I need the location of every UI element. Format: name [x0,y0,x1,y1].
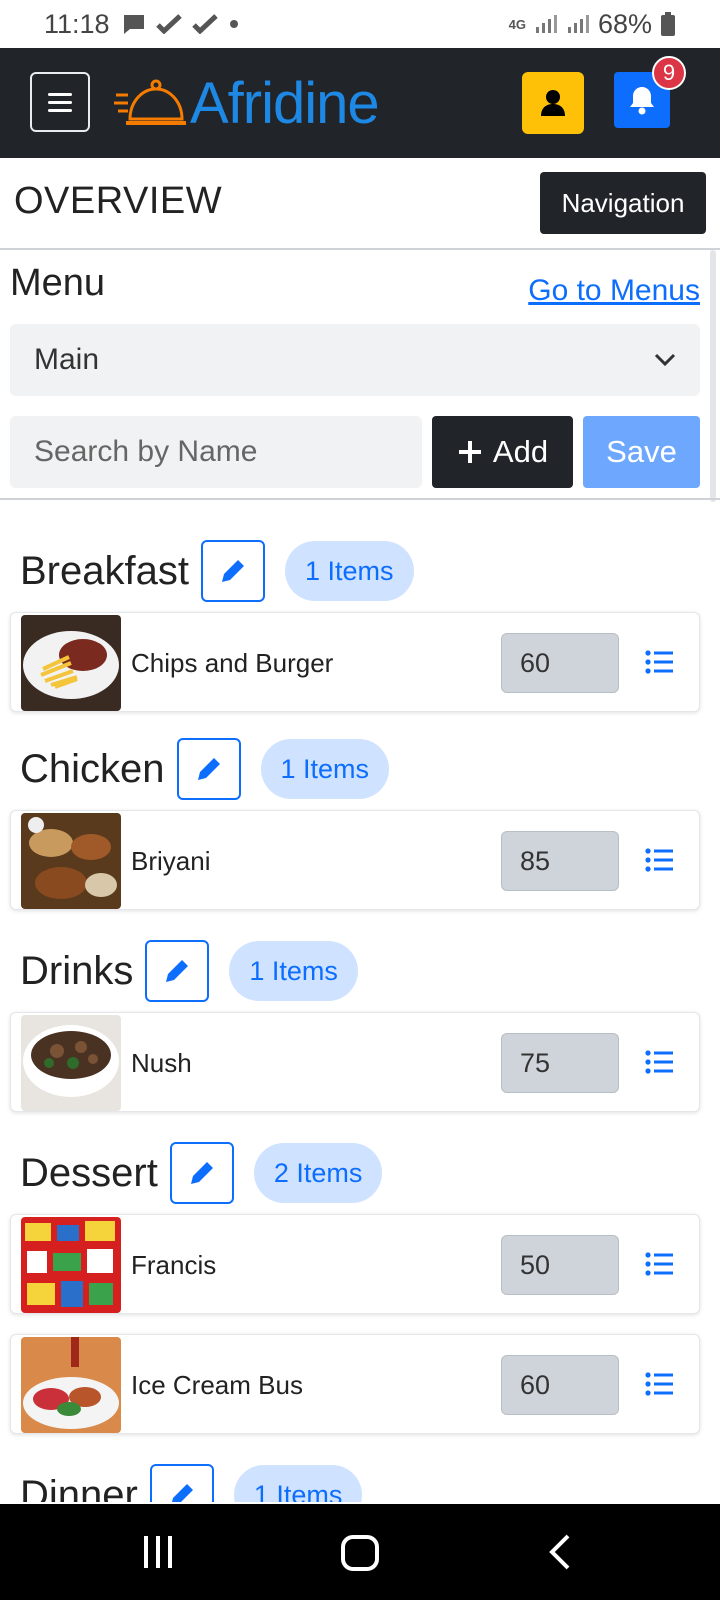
item-count-badge: 2 Items [253,1143,383,1203]
network-type: 4G [508,16,526,32]
menu-bar [48,100,72,104]
message-icon [123,15,144,34]
check-icon [191,14,218,34]
status-bar: 11:18 4G 68% [0,0,720,48]
item-thumbnail [21,813,121,909]
item-name: Briyani [131,845,211,876]
pencil-icon [190,1162,213,1184]
item-price-field[interactable]: 60 [501,633,619,693]
category-header: Chicken 1 Items [20,738,390,800]
pencil-icon [166,960,189,982]
cloche-icon [114,79,186,125]
hamburger-menu-button[interactable] [30,72,90,132]
add-button-label: Add [492,434,549,469]
item-count-badge: 1 Items [284,541,414,601]
user-account-button[interactable] [522,72,584,134]
divider [0,498,720,500]
menu-item-card[interactable]: Francis 50 [10,1214,700,1314]
item-thumbnail [21,1337,121,1433]
status-notification-icons [122,13,240,35]
pencil-icon [197,758,220,780]
back-icon[interactable] [548,1534,572,1570]
item-thumbnail [21,1015,121,1111]
category-header: Dinner 1 Items [20,1464,363,1503]
pencil-icon [171,1484,193,1502]
top-navbar: Afridine [0,48,720,158]
menu-item-card[interactable]: Ice Cream Bus 60 [10,1334,700,1434]
edit-category-button[interactable] [149,1464,214,1502]
edit-category-button[interactable] [169,1142,234,1204]
menu-item-card[interactable]: Briyani 85 [10,810,700,910]
list-icon[interactable] [645,1371,673,1397]
item-name: Chips and Burger [131,647,334,678]
category-header: Drinks 1 Items [20,940,358,1002]
status-right: 4G 68% [509,0,676,48]
menu-item-card[interactable]: Nush 75 [10,1012,700,1112]
plus-icon [458,441,481,463]
category-header: Dessert 2 Items [20,1142,383,1204]
item-thumbnail [21,1217,121,1313]
edit-category-button[interactable] [200,540,265,602]
panel-scrollbar[interactable] [710,250,716,502]
list-icon[interactable] [645,1251,673,1277]
recent-apps-icon[interactable] [140,1534,176,1570]
category-title: Dessert [20,1150,158,1195]
battery-icon [661,12,675,36]
menu-item-card[interactable]: Chips and Burger 60 [10,612,700,712]
item-name: Ice Cream Bus [131,1369,303,1400]
menu-select[interactable]: Main [10,324,700,396]
menu-section-label: Menu [10,262,106,304]
system-navigation-bar [0,1504,720,1600]
signal-icon [535,15,557,33]
home-icon[interactable] [340,1534,380,1572]
divider [0,248,720,250]
menu-bar [48,108,72,112]
list-icon[interactable] [645,1049,673,1075]
page-title: OVERVIEW [14,180,223,222]
item-name: Francis [131,1249,217,1280]
brand-name: Afridine [190,70,380,136]
category-title: Drinks [20,948,134,993]
category-title: Breakfast [20,548,189,593]
category-title: Chicken [20,746,165,791]
user-icon [541,90,565,116]
item-name: Nush [131,1047,192,1078]
battery-percent: 68% [597,8,652,39]
list-icon[interactable] [645,649,673,675]
list-icon[interactable] [645,847,673,873]
menu-bar [48,92,72,96]
item-price-field[interactable]: 50 [501,1235,619,1295]
item-price-field[interactable]: 75 [501,1033,619,1093]
item-thumbnail [21,615,121,711]
item-price-field[interactable]: 85 [501,831,619,891]
item-price-field[interactable]: 60 [501,1355,619,1415]
edit-category-button[interactable] [176,738,241,800]
pencil-icon [221,560,244,582]
signal-icon [567,15,589,33]
search-input[interactable] [10,416,422,488]
status-time: 11:18 [44,8,110,39]
dot-icon [229,20,238,28]
item-count-badge: 1 Items [229,941,358,1001]
category-list: Breakfast 1 Items Chips and Burger 60 Ch… [0,502,720,1502]
navigation-button[interactable]: Navigation [540,172,706,234]
check-icon [155,14,182,34]
brand-logo[interactable]: Afridine [114,70,380,136]
add-button[interactable]: Add [432,416,573,488]
category-header: Breakfast 1 Items [20,540,414,602]
go-to-menus-link[interactable]: Go to Menus [528,274,700,308]
menu-select-value: Main [34,343,100,376]
notification-count-badge: 9 [652,56,686,90]
item-count-badge: 1 Items [260,739,390,799]
bell-icon [630,87,654,115]
chevron-down-icon [654,353,676,367]
category-title: Dinner [20,1472,138,1503]
edit-category-button[interactable] [145,940,210,1002]
save-button[interactable]: Save [583,416,700,488]
item-count-badge: 1 Items [233,1465,363,1502]
